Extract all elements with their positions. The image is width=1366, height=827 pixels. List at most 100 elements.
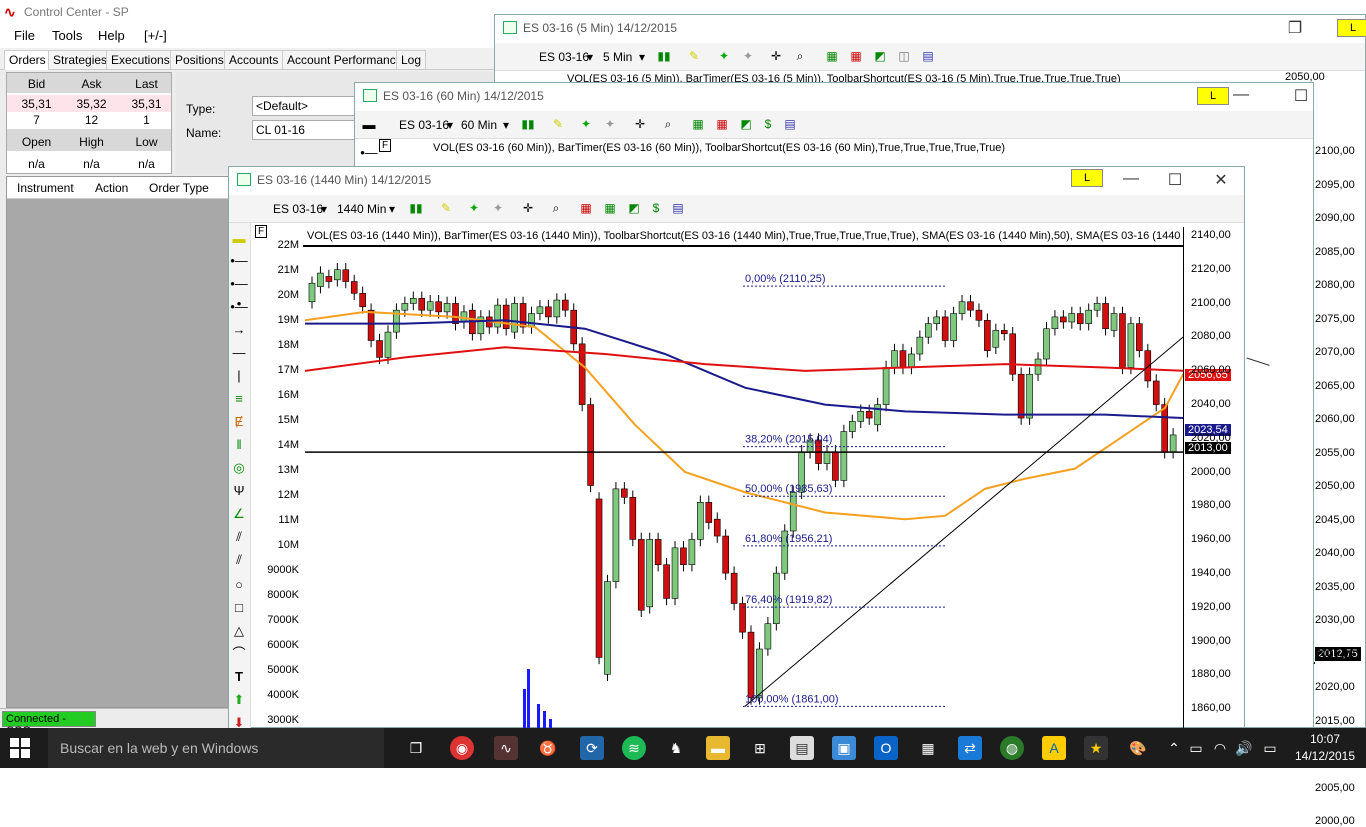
tab-positions[interactable]: Positions <box>170 50 229 70</box>
template-icon[interactable]: ◩ <box>873 49 887 63</box>
dropdown-arrow-icon[interactable]: ▾ <box>639 50 645 64</box>
close-icon[interactable]: ✕ <box>1207 170 1235 190</box>
horizontal-line-icon[interactable]: — <box>229 343 249 363</box>
data-box-icon[interactable]: ▦ <box>579 201 593 215</box>
crosshair-icon[interactable]: ✛ <box>769 49 783 63</box>
col-action[interactable]: Action <box>95 181 128 195</box>
network-icon[interactable]: ▭ <box>1184 736 1208 760</box>
crosshair-icon[interactable]: ✛ <box>633 117 647 131</box>
volume-icon[interactable]: 🔊 <box>1232 736 1256 760</box>
store-icon[interactable]: ⊞ <box>748 736 772 760</box>
outlook-icon[interactable]: O <box>874 736 898 760</box>
toolbar-handle-icon[interactable]: ▬ <box>229 229 249 249</box>
triangle-tool-icon[interactable]: △ <box>229 621 249 641</box>
notifications-icon[interactable]: ▭ <box>1258 736 1282 760</box>
menu-help[interactable]: Help <box>98 28 125 43</box>
properties-icon[interactable]: ▦ <box>715 117 729 131</box>
tab-strategies[interactable]: Strategies <box>48 50 113 70</box>
link-button[interactable]: L <box>1337 19 1366 37</box>
ray-tool-icon[interactable]: •— <box>229 251 249 271</box>
link-button[interactable]: L <box>1197 87 1229 105</box>
teamviewer-icon[interactable]: ⇄ <box>958 736 982 760</box>
menu-file[interactable]: File <box>14 28 35 43</box>
app-a-icon[interactable]: A <box>1042 736 1066 760</box>
save-icon[interactable]: ◫ <box>897 49 911 63</box>
strategy-icon[interactable]: ✦ <box>491 201 505 215</box>
chevron-up-icon[interactable]: ⌃ <box>1162 736 1186 760</box>
andrews-pitchfork-icon[interactable]: Ψ <box>229 481 249 501</box>
restore-icon[interactable]: ❐ <box>1281 18 1309 38</box>
text-tool-icon[interactable]: T <box>229 667 249 687</box>
clock[interactable]: 10:07 14/12/2015 <box>1290 731 1360 765</box>
bar-type-icon[interactable]: ▮▮ <box>657 49 671 63</box>
link-button[interactable]: L <box>1071 169 1103 187</box>
document-icon[interactable]: ▤ <box>790 736 814 760</box>
tab-orders[interactable]: Orders <box>4 50 51 70</box>
f-button[interactable]: F <box>255 225 268 238</box>
dropdown-arrow-icon[interactable]: ▾ <box>587 50 593 64</box>
data-box-icon[interactable]: ▦ <box>691 117 705 131</box>
app-blue-icon[interactable]: ⟳ <box>580 736 604 760</box>
ninjatrader-icon[interactable]: ∿ <box>494 736 518 760</box>
arrow-up-icon[interactable]: ⬆ <box>229 690 249 710</box>
pencil-icon[interactable]: ✎ <box>439 201 453 215</box>
type-select[interactable]: <Default> <box>252 96 362 116</box>
minimize-icon[interactable]: — <box>1117 170 1145 188</box>
spotify-icon[interactable]: ≋ <box>622 736 646 760</box>
col-order-type[interactable]: Order Type <box>149 181 209 195</box>
menu-tools[interactable]: Tools <box>52 28 82 43</box>
arc-tool-icon[interactable]: ⌒ <box>229 644 249 664</box>
wifi-icon[interactable]: ◠ <box>1208 736 1232 760</box>
instrument-selector[interactable]: ES 03-16 <box>399 118 449 132</box>
globe-icon[interactable]: ◍ <box>1000 736 1024 760</box>
extended-line-icon[interactable]: •—• <box>229 274 249 311</box>
strategy-icon[interactable]: ✦ <box>603 117 617 131</box>
file-explorer-icon[interactable]: ▬ <box>706 736 730 760</box>
tab-log[interactable]: Log <box>396 50 427 70</box>
line-tool-icon[interactable]: •—• <box>359 143 379 180</box>
indicator-icon[interactable]: ✦ <box>717 49 731 63</box>
maximize-icon[interactable]: ☐ <box>1287 86 1315 106</box>
zoom-icon[interactable]: ⌕ <box>793 49 807 63</box>
bull-icon[interactable]: ♉ <box>536 736 560 760</box>
app-star-icon[interactable]: ★ <box>1084 736 1108 760</box>
vertical-line-icon[interactable]: | <box>229 366 249 386</box>
calculator-icon[interactable]: ▦ <box>916 736 940 760</box>
pencil-icon[interactable]: ✎ <box>687 49 701 63</box>
name-field[interactable]: CL 01-16 <box>252 120 362 140</box>
pencil-icon[interactable]: ✎ <box>551 117 565 131</box>
template-icon[interactable]: ◩ <box>627 201 641 215</box>
fibonacci-retracement-icon[interactable]: ≡ <box>229 389 249 409</box>
col-instrument[interactable]: Instrument <box>17 181 74 195</box>
windows-start-icon[interactable] <box>10 738 34 758</box>
grid-icon[interactable]: ▤ <box>783 117 797 131</box>
ellipse-tool-icon[interactable]: ○ <box>229 575 249 595</box>
zoom-icon[interactable]: ⌕ <box>661 117 675 131</box>
fibonacci-circle-icon[interactable]: ◎ <box>229 458 249 478</box>
save-icon[interactable]: $ <box>649 201 663 215</box>
dropdown-arrow-icon[interactable]: ▾ <box>389 202 395 216</box>
instrument-selector[interactable]: ES 03-16 <box>273 202 323 216</box>
gann-fan-icon[interactable]: ∠ <box>229 504 249 524</box>
tab-executions[interactable]: Executions <box>106 50 175 70</box>
line-tool-icon[interactable]: •— <box>229 297 249 317</box>
regression-channel-icon[interactable]: ⫽ <box>229 527 249 547</box>
paint-icon[interactable]: 🎨 <box>1126 736 1150 760</box>
f-button[interactable]: F <box>379 139 392 152</box>
interval-selector[interactable]: 1440 Min <box>337 202 386 216</box>
taskbar-search[interactable]: Buscar en la web y en Windows <box>48 728 384 768</box>
template-icon[interactable]: ◩ <box>739 117 753 131</box>
interval-selector[interactable]: 60 Min <box>461 118 497 132</box>
save-icon[interactable]: $ <box>761 117 775 131</box>
grid-icon[interactable]: ▤ <box>671 201 685 215</box>
menu-expand[interactable]: [+/-] <box>144 28 167 43</box>
minimize-icon[interactable]: — <box>1227 86 1255 104</box>
trend-channel-icon[interactable]: ⫽ <box>229 550 249 570</box>
chart-1440-plot[interactable]: 0,00% (2110,25) 38,20% (2015,04) 50,00% (1… <box>305 249 1183 729</box>
bar-type-icon[interactable]: ▮▮ <box>409 201 423 215</box>
grid-icon[interactable]: ▤ <box>921 49 935 63</box>
tab-account-performance[interactable]: Account Performance <box>282 50 408 70</box>
dropdown-arrow-icon[interactable]: ▾ <box>321 202 327 216</box>
photos-icon[interactable]: ▣ <box>832 736 856 760</box>
task-view-icon[interactable]: ❐ <box>404 736 428 760</box>
